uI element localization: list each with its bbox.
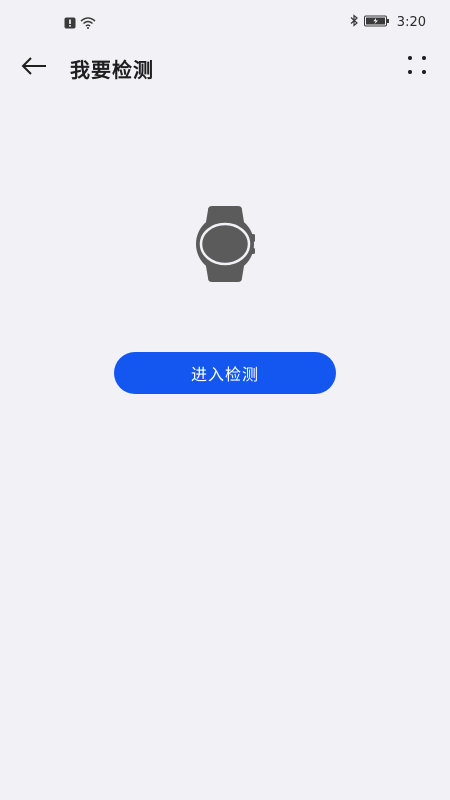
status-time: 3:20 [396, 15, 426, 30]
status-right-group: 3:20 [349, 14, 426, 31]
status-left-group [64, 14, 96, 33]
notification-alert-icon [64, 14, 76, 33]
page-title: 我要检测 [70, 58, 154, 82]
app-header: 我要检测 [0, 44, 450, 90]
back-button[interactable] [18, 50, 50, 82]
more-dots-icon [408, 56, 426, 74]
smartwatch-illustration [190, 204, 260, 284]
arrow-left-icon [21, 57, 46, 75]
smartwatch-icon [196, 206, 255, 282]
status-bar: 3:20 [0, 0, 450, 44]
enter-detection-button[interactable]: 进入检测 [114, 352, 336, 394]
bluetooth-icon [349, 14, 359, 31]
wifi-icon [80, 14, 96, 33]
battery-icon [363, 15, 390, 31]
more-options-button[interactable] [404, 52, 430, 78]
